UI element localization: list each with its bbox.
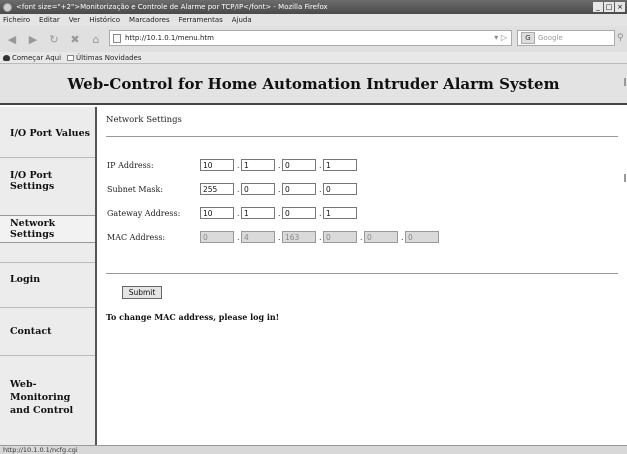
window-title: <font size="+2">Monitorização e Controle… <box>16 3 328 11</box>
url-text: http://10.1.0.1/menu.htm <box>125 34 214 42</box>
bookmarks-toolbar: Começar Aqui Últimas Novidades <box>0 52 627 64</box>
ip-octet-4[interactable] <box>323 159 357 171</box>
search-icon[interactable]: ⚲ <box>617 33 624 43</box>
sidebar-item-network-settings[interactable]: Network Settings <box>0 215 95 243</box>
sidebar-item-io-port-settings[interactable]: I/O Port Settings <box>0 169 95 193</box>
sidebar-item-contact[interactable]: Contact <box>0 319 95 343</box>
sidebar-item-web-monitoring[interactable]: Web-Monitoring and Control <box>0 379 95 416</box>
page-title: Web-Control for Home Automation Intruder… <box>67 74 560 93</box>
close-button[interactable]: × <box>615 2 625 12</box>
gateway-address-label: Gateway Address: <box>107 209 181 218</box>
menu-ferramentas[interactable]: Ferramentas <box>179 16 223 24</box>
divider <box>106 273 618 274</box>
page-icon <box>113 33 121 43</box>
search-box[interactable]: G Google <box>517 30 615 46</box>
forward-arrow-icon[interactable]: ▶ <box>25 31 41 47</box>
menu-bar: Ficheiro Editar Ver Histórico Marcadores… <box>0 14 627 26</box>
menu-editar[interactable]: Editar <box>39 16 60 24</box>
gateway-octet-1[interactable] <box>200 207 234 219</box>
section-title: Network Settings <box>106 115 182 125</box>
menu-marcadores[interactable]: Marcadores <box>129 16 170 24</box>
home-icon[interactable]: ⌂ <box>88 31 104 47</box>
ip-octet-3[interactable] <box>282 159 316 171</box>
bookmark-comecar-aqui[interactable]: Começar Aqui <box>3 54 61 62</box>
mac-octet-2 <box>241 231 275 243</box>
reload-icon[interactable]: ↻ <box>46 31 62 47</box>
mac-login-note: To change MAC address, please log in! <box>106 312 280 322</box>
window-titlebar: <font size="+2">Monitorização e Controle… <box>0 0 627 14</box>
menu-historico[interactable]: Histórico <box>89 16 120 24</box>
main-content: Network Settings IP Address: . . . Subne… <box>97 107 627 445</box>
sidebar-divider <box>0 157 95 158</box>
navigation-toolbar: ◀ ▶ ↻ ✖ ⌂ http://10.1.0.1/menu.htm ▾ ▷ G… <box>0 26 627 52</box>
page-header: Web-Control for Home Automation Intruder… <box>0 64 627 105</box>
status-bar: http://10.1.0.1/ncfg.cgi <box>0 445 627 454</box>
menu-ficheiro[interactable]: Ficheiro <box>3 16 30 24</box>
sidebar-divider <box>0 307 95 308</box>
sidebar-item-login[interactable]: Login <box>0 267 95 291</box>
mac-octet-4 <box>323 231 357 243</box>
ip-octet-2[interactable] <box>241 159 275 171</box>
subnet-octet-2[interactable] <box>241 183 275 195</box>
mac-octet-1 <box>200 231 234 243</box>
minimize-button[interactable]: _ <box>593 2 603 12</box>
gateway-octet-4[interactable] <box>323 207 357 219</box>
gateway-octet-3[interactable] <box>282 207 316 219</box>
bookmark-ultimas-novidades[interactable]: Últimas Novidades <box>67 54 142 62</box>
address-bar[interactable]: http://10.1.0.1/menu.htm ▾ ▷ <box>109 30 512 46</box>
sidebar-item-io-port-values[interactable]: I/O Port Values <box>0 121 95 145</box>
web-page: Web-Control for Home Automation Intruder… <box>0 64 627 445</box>
scrollbar-marker[interactable] <box>624 78 626 86</box>
stop-icon[interactable]: ✖ <box>67 31 83 47</box>
firefox-icon <box>3 2 12 12</box>
ip-address-label: IP Address: <box>107 161 154 170</box>
scrollbar-marker[interactable] <box>624 174 626 182</box>
go-arrow-icon[interactable]: ▾ ▷ <box>494 33 507 42</box>
submit-button[interactable]: Submit <box>122 286 162 299</box>
bookmark-icon <box>3 54 10 61</box>
mac-octet-5 <box>364 231 398 243</box>
maximize-button[interactable]: □ <box>604 2 614 12</box>
subnet-octet-3[interactable] <box>282 183 316 195</box>
mac-octet-6 <box>405 231 439 243</box>
sidebar-nav: I/O Port Values I/O Port Settings Networ… <box>0 107 97 445</box>
divider <box>106 136 618 137</box>
search-engine-icon[interactable]: G <box>521 32 535 44</box>
gateway-octet-2[interactable] <box>241 207 275 219</box>
subnet-octet-1[interactable] <box>200 183 234 195</box>
mac-octet-3 <box>282 231 316 243</box>
search-placeholder: Google <box>538 34 563 42</box>
feed-icon <box>67 54 75 61</box>
subnet-mask-label: Subnet Mask: <box>107 185 164 194</box>
menu-ver[interactable]: Ver <box>69 16 80 24</box>
ip-octet-1[interactable] <box>200 159 234 171</box>
menu-ajuda[interactable]: Ajuda <box>232 16 252 24</box>
sidebar-divider <box>0 262 95 263</box>
sidebar-divider <box>0 355 95 356</box>
status-text: http://10.1.0.1/ncfg.cgi <box>3 446 78 454</box>
mac-address-label: MAC Address: <box>107 233 166 242</box>
back-arrow-icon[interactable]: ◀ <box>4 31 20 47</box>
window-controls: _ □ × <box>593 2 625 12</box>
subnet-octet-4[interactable] <box>323 183 357 195</box>
